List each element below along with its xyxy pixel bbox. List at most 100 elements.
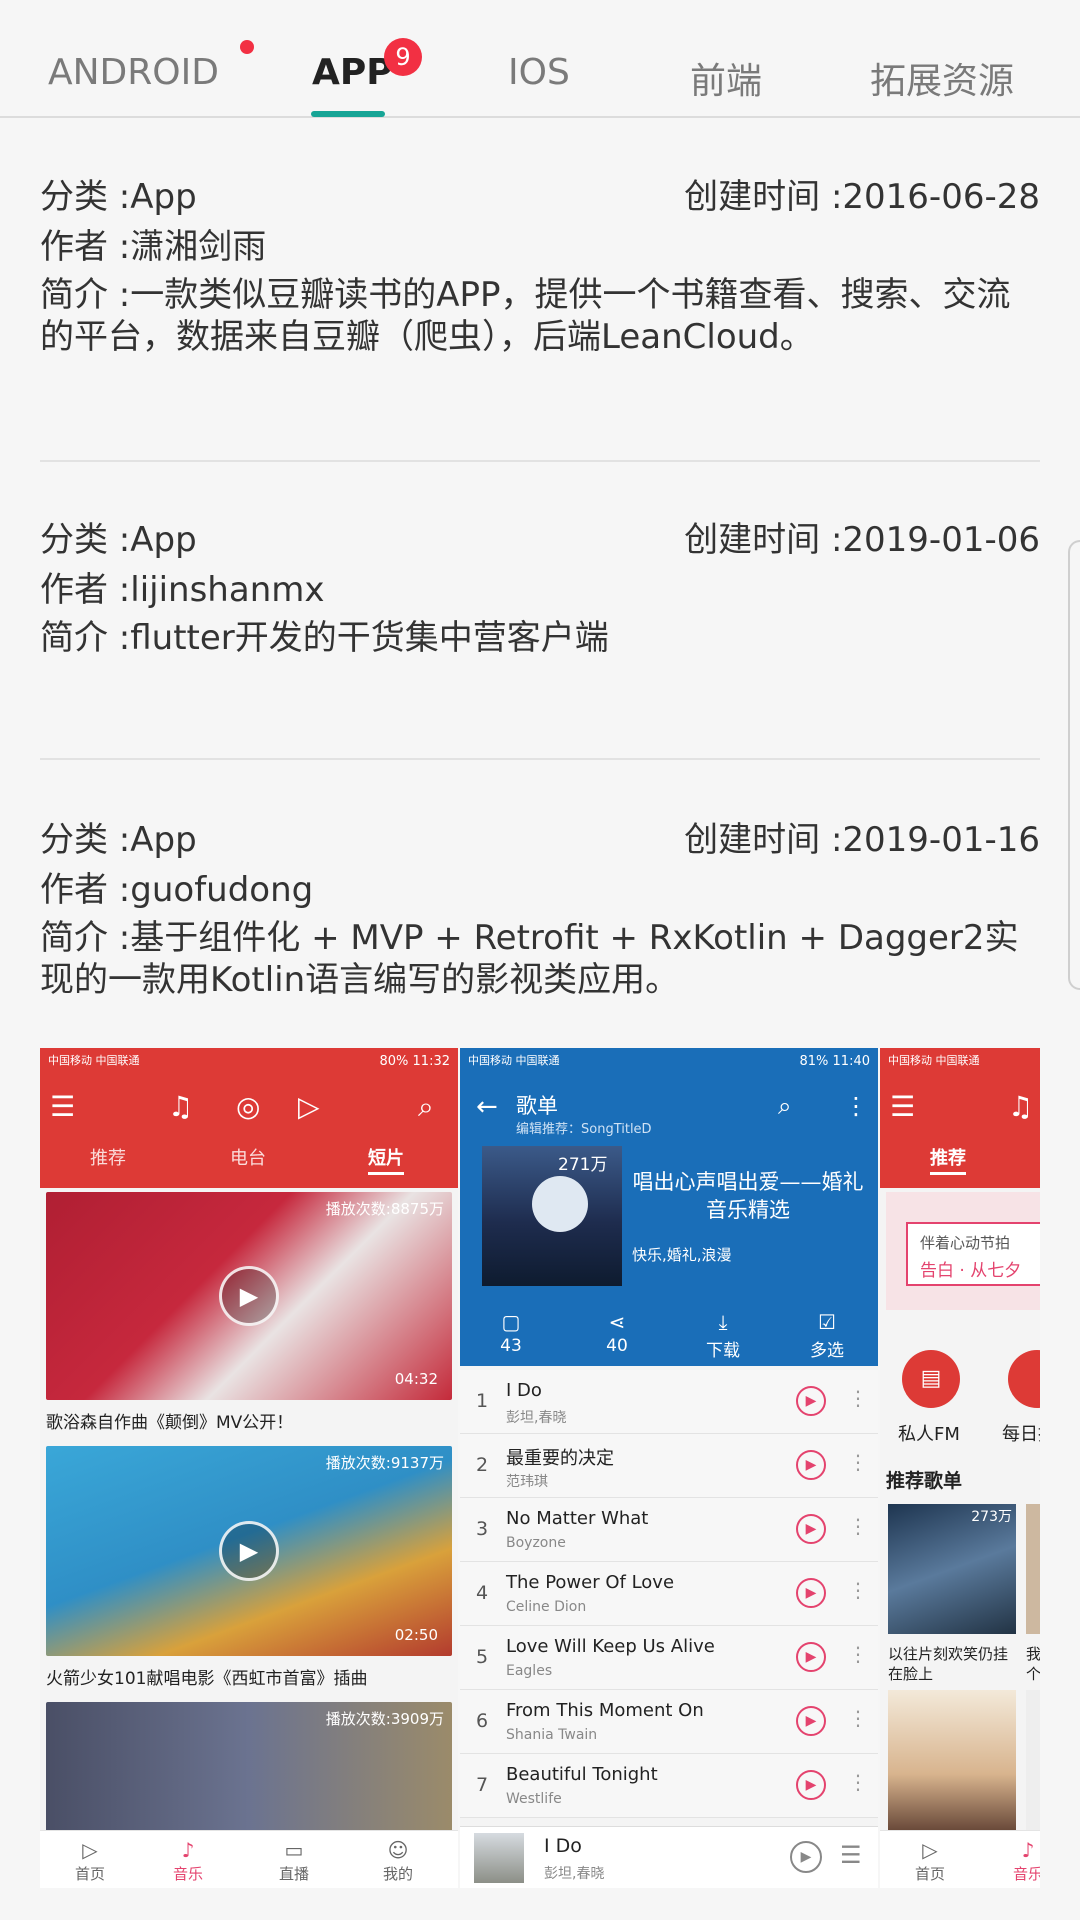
nav-label: 音乐 — [1012, 1865, 1040, 1883]
status-right: 81% 11:40 — [799, 1054, 871, 1069]
daily-label: 每日推 — [1002, 1424, 1040, 1445]
song-number: 1 — [476, 1390, 489, 1412]
song-number: 7 — [476, 1774, 489, 1796]
play-count: 播放次数:8875万 — [325, 1200, 444, 1218]
tab-extra-resources[interactable]: 拓展资源 — [870, 52, 1014, 104]
status-right: 80% 11:32 — [379, 1054, 451, 1069]
song-artist: Westlife — [506, 1791, 562, 1807]
play-icon: ▶ — [796, 1386, 826, 1416]
action-label: 40 — [606, 1336, 628, 1356]
screenshot-gallery[interactable]: 中国移动 中国联通 80% 11:32 ☰ ♫ ◎ ▷ ⌕ 推荐 电台 短片 播… — [40, 1048, 1040, 1888]
video-play-icon: ▷ — [298, 1090, 320, 1123]
divider — [40, 460, 1040, 462]
song-title: From This Moment On — [506, 1700, 704, 1721]
banner: 伴着心动节拍 告白 · 从七夕 — [886, 1192, 1040, 1310]
music-note-icon: ♫ — [168, 1090, 194, 1123]
more-vert-icon: ⋮ — [848, 1706, 868, 1730]
entry-author: 作者 :潇湘剑雨 — [40, 227, 267, 267]
music-note-icon: ♫ — [1008, 1090, 1034, 1123]
screenshot-playlist[interactable]: 中国移动 中国联通 81% 11:40 ← 歌单 编辑推荐：SongTitleD… — [460, 1048, 878, 1888]
entry-description: 简介 :基于组件化 + MVP + Retrofit + RxKotlin + … — [40, 918, 1019, 1000]
play-icon: ▶ — [796, 1578, 826, 1608]
song-artist: Boyzone — [506, 1535, 566, 1551]
tab-frontend[interactable]: 前端 — [690, 52, 762, 104]
song-title: Love Will Keep Us Alive — [506, 1636, 715, 1657]
nav-label: 我的 — [382, 1865, 413, 1883]
more-vert-icon: ⋮ — [848, 1770, 868, 1794]
carrier-text: 中国移动 中国联通 — [48, 1054, 140, 1067]
playlist-caption: 以往片刻欢笑仍挂在脸上 — [888, 1645, 1009, 1683]
play-count: 播放次数:3909万 — [325, 1710, 444, 1728]
video-thumbnail: 播放次数:3909万 — [46, 1702, 452, 1832]
list-item[interactable]: 分类 :App 创建时间 :2019-01-06 作者 :lijinshanmx… — [40, 515, 1040, 659]
song-number: 4 — [476, 1582, 489, 1604]
song-row: 3 No Matter What Boyzone ▶ ⋮ — [460, 1498, 878, 1562]
song-title: The Power Of Love — [506, 1572, 675, 1593]
edge-scroll-handle[interactable] — [1068, 540, 1080, 990]
user-icon: ☺ — [387, 1838, 409, 1862]
banner-title: 告白 · 从七夕 — [920, 1261, 1022, 1281]
play-icon: ▶ — [796, 1642, 826, 1672]
music-icon: ♪ — [1021, 1838, 1035, 1862]
entry-category: 分类 :App — [40, 520, 197, 560]
status-bar: 中国移动 中国联通 80% 11:32 — [40, 1048, 458, 1074]
page-subtitle: 编辑推荐：SongTitleD — [516, 1122, 652, 1137]
play-icon: ▶ — [790, 1841, 822, 1873]
download-icon: ⤓ — [718, 1310, 728, 1334]
song-number: 6 — [476, 1710, 489, 1732]
tab-android[interactable]: ANDROID — [48, 52, 219, 93]
comment-icon: ▢ — [501, 1310, 521, 1334]
action-label: 43 — [500, 1336, 522, 1356]
status-bar: 中国移动 中国联通 81% 11:40 — [460, 1048, 878, 1074]
entry-category: 分类 :App — [40, 177, 197, 217]
top-tab-bar: ANDROID APP 9 IOS 前端 拓展资源 — [0, 0, 1080, 118]
checkbox-icon: ☑ — [818, 1310, 836, 1334]
nav-music: ♪ 音乐 — [988, 1837, 1040, 1884]
nav-home: ▷ 首页 — [50, 1837, 130, 1884]
more-vert-icon: ⋮ — [848, 1578, 868, 1602]
carrier-text: 中国移动 中国联通 — [468, 1054, 560, 1067]
nav-label: 音乐 — [172, 1865, 203, 1883]
playlist-caption: 我 个, — [1026, 1645, 1040, 1683]
play-icon: ▶ — [796, 1514, 826, 1544]
menu-icon: ☰ — [890, 1090, 916, 1123]
home-icon: ▷ — [82, 1838, 98, 1862]
action-label: 下载 — [706, 1341, 740, 1361]
player-artist: 彭坦,春晓 — [544, 1866, 605, 1882]
playlist-icon: ☰ — [840, 1841, 862, 1869]
playlist-card: 273万 — [888, 1504, 1016, 1634]
tab-badge: 9 — [384, 38, 422, 76]
app-header: 中国移动 中国联通 ☰ ♫ 推荐 — [880, 1048, 1040, 1188]
nav-label: 首页 — [74, 1865, 105, 1883]
video-duration: 04:32 — [394, 1370, 438, 1388]
tab-ios[interactable]: IOS — [508, 52, 570, 93]
nav-label: 首页 — [914, 1865, 945, 1883]
nav-mine: ☺ 我的 — [358, 1837, 438, 1884]
live-icon: ▭ — [284, 1838, 304, 1862]
share-button: ⋖ 40 — [582, 1310, 652, 1356]
tab-recommend: 推荐 — [930, 1144, 966, 1175]
divider — [40, 758, 1040, 760]
song-artist: 彭坦,春晓 — [506, 1410, 567, 1426]
screenshot-recommend[interactable]: 中国移动 中国联通 ☰ ♫ 推荐 伴着心动节拍 告白 · 从七夕 ▤ 私人FM … — [880, 1048, 1040, 1888]
song-row: 4 The Power Of Love Celine Dion ▶ ⋮ — [460, 1562, 878, 1626]
song-title: Beautiful Tonight — [506, 1764, 658, 1785]
list-item[interactable]: 分类 :App 创建时间 :2016-06-28 作者 :潇湘剑雨 简介 :一款… — [40, 172, 1040, 358]
play-icon: ▶ — [796, 1450, 826, 1480]
tab-app[interactable]: APP — [312, 52, 393, 93]
search-icon: ⌕ — [778, 1092, 792, 1120]
entry-author: 作者 :guofudong — [40, 870, 314, 910]
play-icon: ▶ — [219, 1266, 279, 1326]
video-caption: 火箭少女101献唱电影《西虹市首富》插曲 — [46, 1669, 368, 1689]
more-vert-icon: ⋮ — [848, 1642, 868, 1666]
comment-button: ▢ 43 — [476, 1310, 546, 1356]
back-arrow-icon: ← — [476, 1092, 498, 1122]
song-row: 1 I Do 彭坦,春晓 ▶ ⋮ — [460, 1370, 878, 1434]
play-icon: ▶ — [219, 1521, 279, 1581]
screenshot-music-videos[interactable]: 中国移动 中国联通 80% 11:32 ☰ ♫ ◎ ▷ ⌕ 推荐 电台 短片 播… — [40, 1048, 458, 1888]
bottom-navigation: ▷ 首页 ♪ 音乐 ▭ 直播 ☺ 我的 — [40, 1830, 458, 1888]
home-icon: ▷ — [922, 1838, 938, 1862]
song-number: 2 — [476, 1454, 489, 1476]
netease-logo-icon: ◎ — [236, 1090, 261, 1123]
list-item[interactable]: 分类 :App 创建时间 :2019-01-16 作者 :guofudong 简… — [40, 815, 1040, 1001]
